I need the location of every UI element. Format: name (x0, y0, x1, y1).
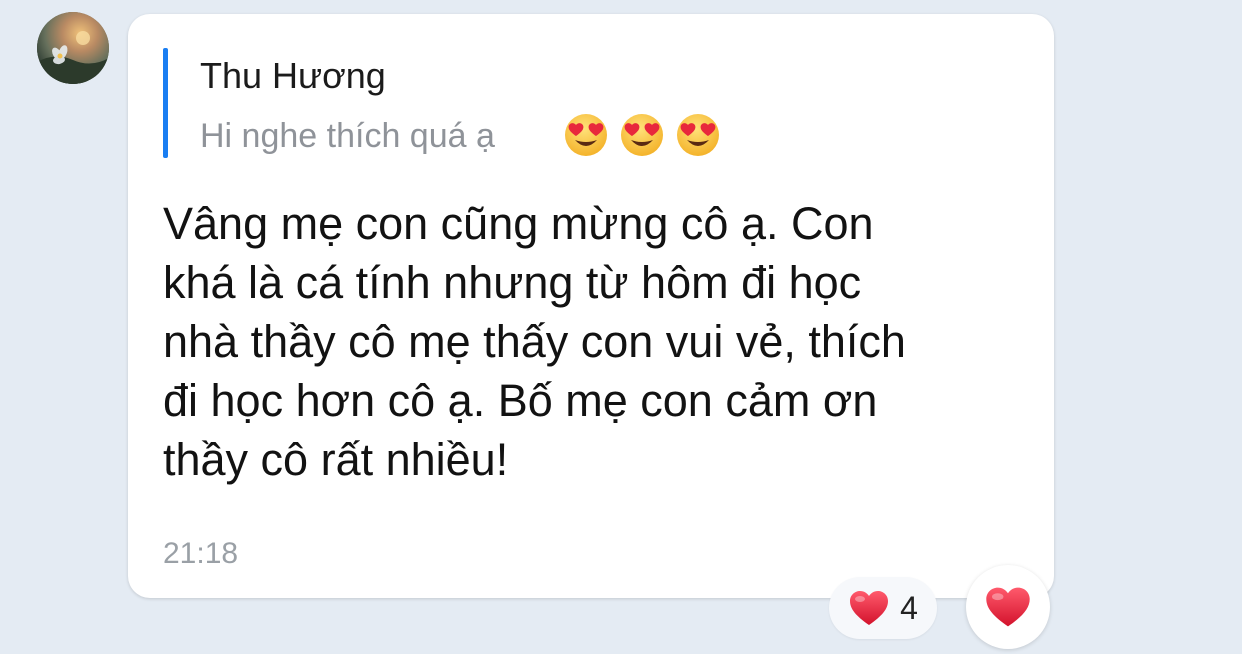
message-text: Vâng mẹ con cũng mừng cô ạ. Con khá là c… (163, 194, 1023, 489)
message-line: thầy cô rất nhiều! (163, 434, 509, 485)
reaction-count: 4 (900, 590, 918, 626)
heart-eyes-emoji-icon (677, 114, 719, 156)
message-line: Vâng mẹ con cũng mừng cô ạ. Con (163, 198, 874, 249)
chat-view: Thu Hương Hi nghe thích quá ạ Vâng mẹ co… (0, 0, 1242, 654)
quote-bar (163, 48, 168, 158)
reaction-summary[interactable]: 4 (829, 577, 937, 639)
heart-icon (986, 587, 1030, 627)
react-heart-button[interactable] (966, 565, 1050, 649)
sender-avatar[interactable] (37, 12, 109, 84)
message-line: khá là cá tính nhưng từ hôm đi học (163, 257, 862, 308)
message-line: đi học hơn cô ạ. Bố mẹ con cảm ơn (163, 375, 878, 426)
reply-quote[interactable]: Thu Hương Hi nghe thích quá ạ (163, 48, 783, 158)
message-line: nhà thầy cô mẹ thấy con vui vẻ, thích (163, 316, 906, 367)
quote-emoji-row (563, 112, 721, 160)
heart-eyes-emoji-icon (621, 114, 663, 156)
heart-icon (850, 591, 889, 625)
quote-text: Hi nghe thích quá ạ (200, 117, 495, 155)
heart-eyes-emoji-icon (565, 114, 607, 156)
message-bubble[interactable]: Thu Hương Hi nghe thích quá ạ Vâng mẹ co… (128, 14, 1054, 598)
message-timestamp: 21:18 (163, 537, 239, 570)
quote-author: Thu Hương (200, 55, 386, 96)
